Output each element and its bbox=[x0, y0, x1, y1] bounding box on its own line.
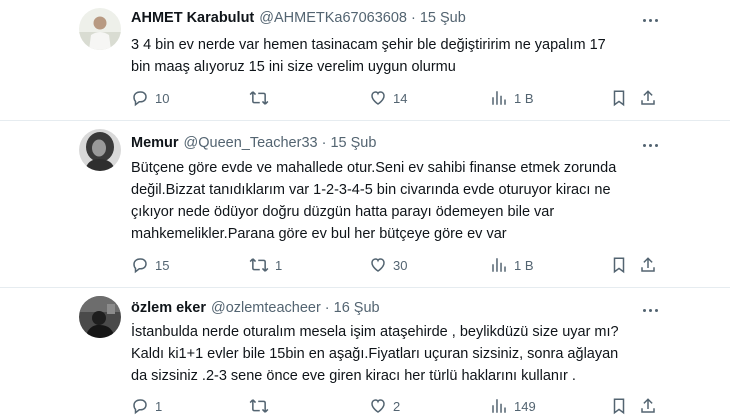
reply-button[interactable]: 10 bbox=[131, 88, 169, 108]
views-icon bbox=[490, 397, 508, 415]
share-button[interactable] bbox=[639, 396, 657, 416]
tweet-text-line: Kaldı ki1+1 evler bile 15bin en aşağı.Fi… bbox=[131, 346, 619, 362]
bookmark-button[interactable] bbox=[611, 396, 627, 416]
author-handle[interactable]: @AHMETKa67063608 bbox=[259, 10, 407, 26]
tweet-2[interactable]: Memur @Queen_Teacher33 · 15 Şub Bütçene … bbox=[0, 121, 730, 287]
retweet-icon bbox=[249, 256, 269, 274]
action-bar: 1 2 149 bbox=[0, 396, 730, 416]
tweet-date[interactable]: 15 Şub bbox=[420, 10, 466, 26]
share-icon bbox=[639, 397, 657, 415]
share-icon bbox=[639, 256, 657, 274]
tweet-text-line: Bütçene göre evde ve mahallede otur.Seni… bbox=[131, 160, 617, 176]
more-icon[interactable] bbox=[640, 302, 660, 318]
reply-button[interactable]: 1 bbox=[131, 396, 162, 416]
separator-dot: · bbox=[321, 135, 327, 151]
author-name[interactable]: özlem eker bbox=[131, 300, 206, 316]
views-button[interactable]: 149 bbox=[490, 396, 536, 416]
like-icon bbox=[369, 89, 387, 107]
like-button[interactable]: 14 bbox=[369, 88, 407, 108]
tweet-3[interactable]: özlem eker @ozlemteacheer · 16 Şub İstan… bbox=[0, 288, 730, 420]
bookmark-icon bbox=[611, 256, 627, 274]
reply-icon bbox=[131, 397, 149, 415]
more-icon[interactable] bbox=[640, 12, 660, 28]
reply-button[interactable]: 15 bbox=[131, 255, 169, 275]
retweet-button[interactable] bbox=[249, 88, 275, 108]
retweet-button[interactable] bbox=[249, 396, 275, 416]
views-icon bbox=[490, 89, 508, 107]
avatar[interactable] bbox=[79, 129, 121, 171]
tweet-text-line: değil.Bizzat tanıdıklarım var 1-2-3-4-5 … bbox=[131, 182, 611, 198]
like-button[interactable]: 2 bbox=[369, 396, 400, 416]
share-button[interactable] bbox=[639, 88, 657, 108]
tweet-text-line: bin maaş alıyoruz 15 ini size verelim uy… bbox=[131, 59, 456, 75]
reply-count: 15 bbox=[155, 257, 170, 273]
bookmark-button[interactable] bbox=[611, 255, 627, 275]
like-count: 30 bbox=[393, 257, 408, 273]
tweet-text-line: 3 4 bin ev nerde var hemen tasinacam şeh… bbox=[131, 37, 606, 53]
separator-dot: · bbox=[410, 10, 416, 26]
reply-icon bbox=[131, 256, 149, 274]
reply-count: 10 bbox=[155, 90, 170, 106]
tweet-text: İstanbulda nerde oturalım mesela işim at… bbox=[131, 321, 691, 387]
bookmark-icon bbox=[611, 89, 627, 107]
action-bar: 10 14 1 B bbox=[0, 88, 730, 108]
views-count: 1 B bbox=[514, 257, 534, 273]
author-name[interactable]: AHMET Karabulut bbox=[131, 10, 254, 26]
author-handle[interactable]: @Queen_Teacher33 bbox=[184, 135, 318, 151]
tweet-text-line: mahkemelikler.Parana göre ev bul her büt… bbox=[131, 226, 507, 242]
tweet-text-line: çıkıyor nede ödüyor doğru düzgün hatta p… bbox=[131, 204, 555, 220]
reply-count: 1 bbox=[155, 398, 163, 414]
like-icon bbox=[369, 397, 387, 415]
retweet-count: 1 bbox=[275, 257, 283, 273]
author-handle[interactable]: @ozlemteacheer bbox=[211, 300, 321, 316]
like-count: 14 bbox=[393, 90, 408, 106]
retweet-icon bbox=[249, 89, 269, 107]
tweet-text: 3 4 bin ev nerde var hemen tasinacam şeh… bbox=[131, 34, 691, 78]
like-icon bbox=[369, 256, 387, 274]
retweet-button[interactable]: 1 bbox=[249, 255, 282, 275]
bookmark-icon bbox=[611, 397, 627, 415]
avatar[interactable] bbox=[79, 8, 121, 50]
action-bar: 15 1 30 1 B bbox=[0, 255, 730, 275]
tweet-text-line: da sizsiniz .2-3 sene önce eve giren kir… bbox=[131, 368, 576, 384]
tweet-text: Bütçene göre evde ve mahallede otur.Seni… bbox=[131, 157, 691, 245]
views-button[interactable]: 1 B bbox=[490, 88, 534, 108]
bookmark-button[interactable] bbox=[611, 88, 627, 108]
views-button[interactable]: 1 B bbox=[490, 255, 534, 275]
avatar[interactable] bbox=[79, 296, 121, 338]
like-button[interactable]: 30 bbox=[369, 255, 407, 275]
share-icon bbox=[639, 89, 657, 107]
separator-dot: · bbox=[324, 300, 330, 316]
tweet-date[interactable]: 15 Şub bbox=[330, 135, 376, 151]
like-count: 2 bbox=[393, 398, 401, 414]
more-icon[interactable] bbox=[640, 137, 660, 153]
retweet-icon bbox=[249, 397, 269, 415]
share-button[interactable] bbox=[639, 255, 657, 275]
reply-icon bbox=[131, 89, 149, 107]
tweet-date[interactable]: 16 Şub bbox=[334, 300, 380, 316]
tweet-1[interactable]: AHMET Karabulut @AHMETKa67063608 · 15 Şu… bbox=[0, 0, 730, 120]
author-name[interactable]: Memur bbox=[131, 135, 179, 151]
views-count: 149 bbox=[514, 398, 536, 414]
views-count: 1 B bbox=[514, 90, 534, 106]
tweet-text-line: İstanbulda nerde oturalım mesela işim at… bbox=[131, 324, 619, 340]
views-icon bbox=[490, 256, 508, 274]
